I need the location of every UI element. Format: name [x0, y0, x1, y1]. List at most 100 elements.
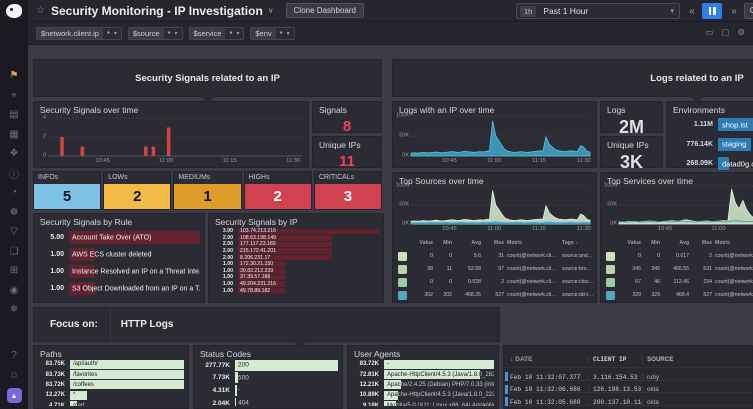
- toplist-row[interactable]: 12.27K**: [38, 390, 184, 400]
- legend-row[interactable]: 6746112.46234count(@network.client.ip:* …: [606, 276, 753, 289]
- toplist-row[interactable]: 1.00172.30.21.150: [213, 261, 379, 268]
- toplist-row[interactable]: 12.21KApache/2.4.25 (Debian) PHP/7.0.33 …: [352, 380, 494, 390]
- favorite-star-icon[interactable]: ☆: [36, 5, 45, 16]
- legend-header[interactable]: Min: [644, 240, 660, 246]
- sidebar-network-icon[interactable]: ❖: [0, 144, 28, 164]
- legend-row[interactable]: 381152.5897count(@network.cli...source:b…: [398, 263, 594, 276]
- toplist-row[interactable]: 10.89KApache-HttpClient/4.5.3 (Java/1.8.…: [352, 390, 494, 400]
- fullscreen-icon[interactable]: ▢: [721, 27, 729, 38]
- toplist-row[interactable]: 4.31K--: [198, 384, 338, 397]
- sidebar-info-icon[interactable]: ⓘ: [0, 164, 28, 184]
- log-row[interactable]: Feb 10 11:32:05.688200.137.10.114okta: [504, 392, 752, 405]
- security-signals-chart[interactable]: 024 10:4511:0011:1511:30: [48, 118, 302, 156]
- search-button[interactable]: [744, 3, 753, 19]
- sidebar-help-icon[interactable]: ?: [0, 345, 28, 365]
- severity-tile-lows[interactable]: LOWs2: [103, 171, 171, 210]
- toplist-row[interactable]: 83.73K/favorites/favorites: [38, 369, 184, 379]
- datadog-logo-icon[interactable]: [6, 4, 22, 18]
- sidebar-layers-icon[interactable]: ⊞: [0, 261, 28, 281]
- toplist-row[interactable]: 1.00AWS ECS cluster deleted: [38, 246, 200, 263]
- legend-row[interactable]: 345345466.55531count(@network.client.ip:…: [606, 263, 753, 276]
- severity-tile-mediums[interactable]: MEDIUMs1: [173, 171, 241, 210]
- legend-header[interactable]: Avg: [663, 240, 689, 246]
- log-row[interactable]: Feb 10 11:32:06.686126.198.13.53okta: [504, 380, 752, 393]
- tv-mode-icon[interactable]: ▭: [705, 27, 713, 38]
- legend-header[interactable]: Value: [411, 240, 433, 246]
- legend-header[interactable]: Metric: [715, 240, 753, 246]
- toplist-row[interactable]: 1.0030.82.212.239: [213, 268, 379, 275]
- filter-pill-network.client.ip[interactable]: $network.client.ip*▾: [36, 27, 122, 40]
- toplist-row[interactable]: 4.71K/cart/cart: [38, 401, 184, 406]
- filter-pill-service[interactable]: $service*▾: [189, 27, 245, 40]
- toplist-row[interactable]: 277.77K200200: [198, 359, 338, 372]
- column-source[interactable]: SOURCE: [642, 356, 752, 363]
- sidebar-notebooks-icon[interactable]: ❏: [0, 242, 28, 262]
- toplist-row[interactable]: 1.0049.204.231.216: [213, 281, 379, 288]
- severity-tile-criticals[interactable]: CRITICALs3: [314, 171, 382, 210]
- environment-row[interactable]: 268.09Kdatad0g.com: [671, 154, 753, 174]
- sidebar-security-icon[interactable]: ☸: [0, 203, 28, 223]
- sidebar-users-icon[interactable]: ☺: [0, 365, 28, 385]
- legend-swatch: [398, 252, 407, 261]
- toplist-row[interactable]: 2.04K404404: [198, 397, 338, 406]
- sidebar-snowflake-icon[interactable]: ❄: [0, 300, 28, 320]
- toplist-row[interactable]: 83.72K/coffees/coffees: [38, 380, 184, 390]
- sidebar-binoculars-icon[interactable]: ⌖: [0, 86, 28, 106]
- legend-row[interactable]: 000.0172count(@network.client.ip:* ]: [606, 250, 753, 263]
- toplist-row[interactable]: 3.00103.74.213.216: [213, 228, 379, 235]
- filter-pill-source[interactable]: $source*▾: [128, 27, 183, 40]
- legend-header[interactable]: Metric: [507, 240, 559, 246]
- legend-header[interactable]: Value: [619, 240, 641, 246]
- toplist-row[interactable]: 2.00215.172.41.201: [213, 248, 379, 255]
- top-sources-chart[interactable]: 0K50K100K 10:4511:0011:1511:30: [411, 186, 590, 224]
- log-row[interactable]: Feb 10 11:32:07.3773.116.154.53ruby: [504, 367, 752, 380]
- sidebar-funnel-icon[interactable]: ▽: [0, 222, 28, 242]
- sidebar-megaphone-icon[interactable]: ⚑: [0, 66, 28, 86]
- severity-tile-infos[interactable]: INFOs5: [33, 171, 101, 210]
- settings-gear-icon[interactable]: ⚙: [737, 27, 745, 38]
- filter-pill-env[interactable]: $env*▾: [250, 27, 294, 40]
- sidebar-dashboards-icon[interactable]: ▤: [0, 105, 28, 125]
- toplist-row[interactable]: 1.00Instance Resolved an IP on a Threat …: [38, 263, 200, 280]
- toplist-row[interactable]: 2.008.206.231.17: [213, 254, 379, 261]
- toplist-row[interactable]: 83.72K--: [352, 359, 494, 369]
- legend-row[interactable]: 000.0282count(@network.cli...source:clou…: [398, 276, 594, 289]
- sidebar-avatar[interactable]: ▴: [0, 385, 28, 405]
- legend-header[interactable]: Min: [436, 240, 452, 246]
- legend-row[interactable]: 302302468.25527count(@network.cli...sour…: [398, 289, 594, 301]
- log-date: Feb 10 11:32:06.686: [510, 386, 588, 393]
- time-back-button[interactable]: «: [684, 3, 700, 19]
- legend-header[interactable]: Avg: [455, 240, 481, 246]
- toplist-row[interactable]: 5.00Account Take Over (ATO): [38, 229, 200, 246]
- legend-row[interactable]: 329329468.4527count(@network.client.ip:*…: [606, 289, 753, 301]
- time-forward-button[interactable]: »: [726, 3, 742, 19]
- tab-http-logs[interactable]: HTTP Logs: [121, 319, 174, 330]
- severity-tile-highs[interactable]: HIGHs2: [244, 171, 312, 210]
- toplist-row[interactable]: 83.75K/api/auth//api/auth/: [38, 359, 184, 369]
- logs-over-time-chart[interactable]: 0K50K100K 10:4511:0011:1511:30: [411, 116, 590, 156]
- title-chevron-down-icon[interactable]: ∨: [268, 6, 274, 15]
- legend-header[interactable]: Tags ↓: [562, 240, 594, 246]
- sidebar-gauge-icon[interactable]: ◔: [0, 183, 28, 203]
- toplist-row[interactable]: 7.73K500500: [198, 372, 338, 385]
- environment-row[interactable]: 1.11Mshop.ist: [671, 115, 753, 135]
- toplist-row[interactable]: 1.00S3 Object Downloaded from an IP on a…: [38, 280, 200, 297]
- time-range-picker[interactable]: 1h Past 1 Hour ▾: [516, 3, 680, 19]
- toplist-row[interactable]: 2.00177.117.23.189: [213, 241, 379, 248]
- toplist-row[interactable]: 1.0049.78.89.182: [213, 287, 379, 294]
- sidebar-infrastructure-icon[interactable]: ▦: [0, 125, 28, 145]
- sidebar-target-icon[interactable]: ◉: [0, 281, 28, 301]
- legend-header[interactable]: Max: [692, 240, 712, 246]
- toplist-row[interactable]: 2.00108.63.198.149: [213, 235, 379, 242]
- pause-button[interactable]: [702, 3, 722, 19]
- column-date[interactable]: ↓DATE: [510, 356, 588, 363]
- legend-header[interactable]: Max: [484, 240, 504, 246]
- legend-row[interactable]: 009.631count(@network.cli...source:andro…: [398, 250, 594, 263]
- toplist-row[interactable]: 9.18KMozilla/5.0 (X11; Linux x86_64) App…: [352, 401, 494, 406]
- environment-row[interactable]: 776.14Kstaging: [671, 135, 753, 155]
- column-client-ip[interactable]: CLIENT IP: [588, 356, 642, 363]
- top-services-chart[interactable]: 0K50K100K 10:4511:0011:1511:30: [619, 186, 753, 224]
- toplist-row[interactable]: 72.81KApache-HttpClient/4.5.3 (Java/1.8.…: [352, 369, 494, 379]
- clone-dashboard-button[interactable]: Clone Dashboard: [286, 3, 364, 18]
- toplist-row[interactable]: 1.0037.39.57.188: [213, 274, 379, 281]
